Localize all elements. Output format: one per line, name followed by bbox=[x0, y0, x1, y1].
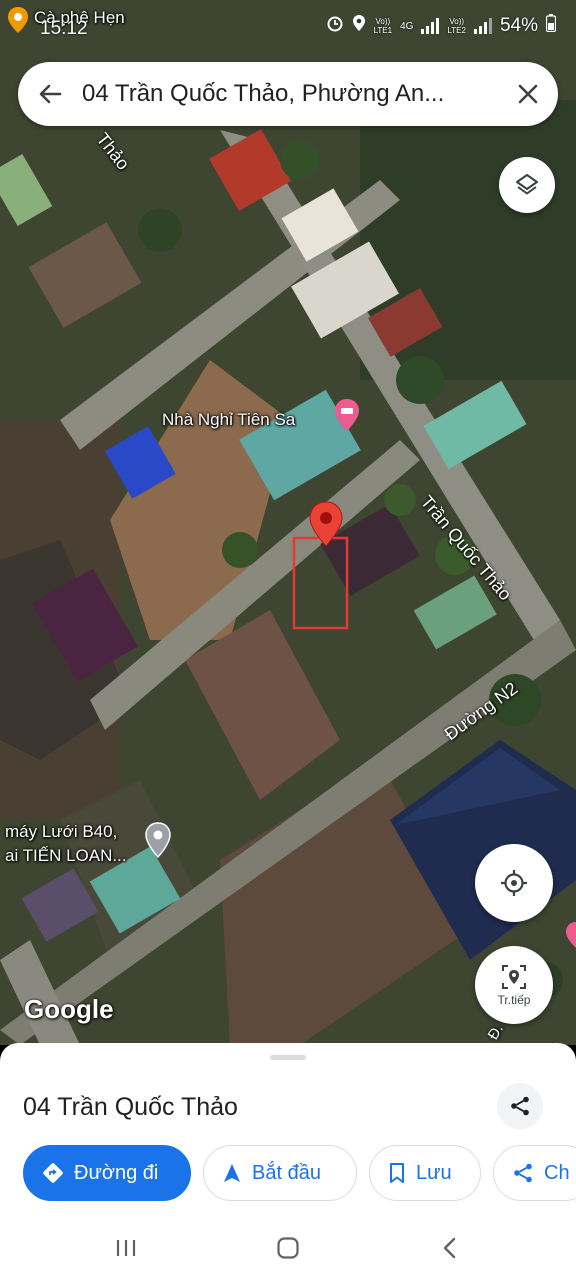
crosshair-icon bbox=[501, 870, 527, 896]
start-button[interactable]: Bắt đầu bbox=[203, 1145, 357, 1201]
save-button[interactable]: Lưu bbox=[369, 1145, 481, 1201]
signal-strength-2-icon bbox=[473, 18, 492, 34]
save-label: Lưu bbox=[416, 1161, 452, 1184]
battery-icon bbox=[545, 14, 557, 38]
my-location-button[interactable] bbox=[475, 844, 553, 922]
share-button[interactable] bbox=[497, 1083, 543, 1129]
hotel-pin-icon[interactable] bbox=[333, 398, 361, 437]
layers-button[interactable] bbox=[499, 157, 555, 213]
status-time: 15:12 bbox=[40, 18, 88, 39]
status-icons: Vo)) LTE1 4G Vo)) LTE2 54% bbox=[326, 14, 557, 38]
action-chips: Đường đi Bắt đầu Lưu Ch bbox=[23, 1145, 576, 1201]
google-logo: Google bbox=[24, 994, 114, 1024]
layers-icon bbox=[516, 174, 538, 195]
directions-icon bbox=[43, 1163, 63, 1183]
live-navigation-button[interactable]: Tr.tiếp bbox=[475, 946, 553, 1024]
signal-strength-icon bbox=[421, 18, 440, 34]
recent-apps-icon bbox=[116, 1240, 136, 1256]
home-button[interactable] bbox=[268, 1235, 308, 1261]
battery-level: 54% bbox=[499, 15, 538, 36]
home-icon bbox=[277, 1237, 299, 1259]
chevron-left-icon bbox=[443, 1237, 456, 1259]
back-nav-button[interactable] bbox=[430, 1235, 470, 1261]
directions-label: Đường đi bbox=[74, 1161, 159, 1184]
close-icon bbox=[518, 84, 538, 104]
search-query[interactable]: 04 Trần Quốc Thảo, Phường An... bbox=[82, 80, 498, 108]
poi-label-shop-line1[interactable]: máy Lưới B40, bbox=[5, 822, 117, 842]
partial-poi-pin-icon[interactable] bbox=[562, 920, 576, 950]
bookmark-icon bbox=[390, 1163, 404, 1183]
sim2-indicator: Vo)) LTE2 bbox=[447, 17, 466, 35]
alarm-icon bbox=[326, 14, 344, 38]
arrow-left-icon bbox=[39, 84, 62, 104]
live-navigation-label: Tr.tiếp bbox=[497, 993, 531, 1007]
share-chip-label: Ch bbox=[544, 1161, 570, 1184]
navigation-arrow-icon bbox=[224, 1164, 240, 1182]
sheet-drag-handle[interactable] bbox=[270, 1055, 306, 1060]
sim1-indicator: Vo)) LTE1 bbox=[373, 17, 393, 35]
shop-pin-icon[interactable] bbox=[144, 822, 172, 863]
poi-label-shop-line2[interactable]: ai TIẾN LOAN... bbox=[5, 846, 127, 866]
directions-button[interactable]: Đường đi bbox=[23, 1145, 191, 1201]
share-chip-button[interactable]: Ch bbox=[493, 1145, 576, 1201]
poi-label-guesthouse[interactable]: Nhà Nghỉ Tiên Sa bbox=[162, 410, 295, 430]
start-label: Bắt đầu bbox=[252, 1161, 321, 1184]
search-bar[interactable]: 04 Trần Quốc Thảo, Phường An... bbox=[18, 62, 558, 126]
clear-search-button[interactable] bbox=[498, 62, 558, 126]
location-status-icon bbox=[352, 14, 366, 38]
network-type: 4G bbox=[400, 20, 414, 32]
location-pin-icon[interactable] bbox=[307, 500, 345, 550]
share-chip-icon bbox=[514, 1163, 532, 1183]
back-button[interactable] bbox=[18, 62, 82, 126]
place-title: 04 Trần Quốc Thảo bbox=[23, 1093, 238, 1121]
recent-apps-button[interactable] bbox=[106, 1235, 146, 1261]
share-icon bbox=[511, 1096, 529, 1116]
status-bar: 15:12 Vo)) LTE1 4G Vo)) LTE2 54% bbox=[0, 0, 576, 52]
live-view-icon bbox=[502, 965, 526, 989]
system-navigation-bar bbox=[0, 1215, 576, 1280]
